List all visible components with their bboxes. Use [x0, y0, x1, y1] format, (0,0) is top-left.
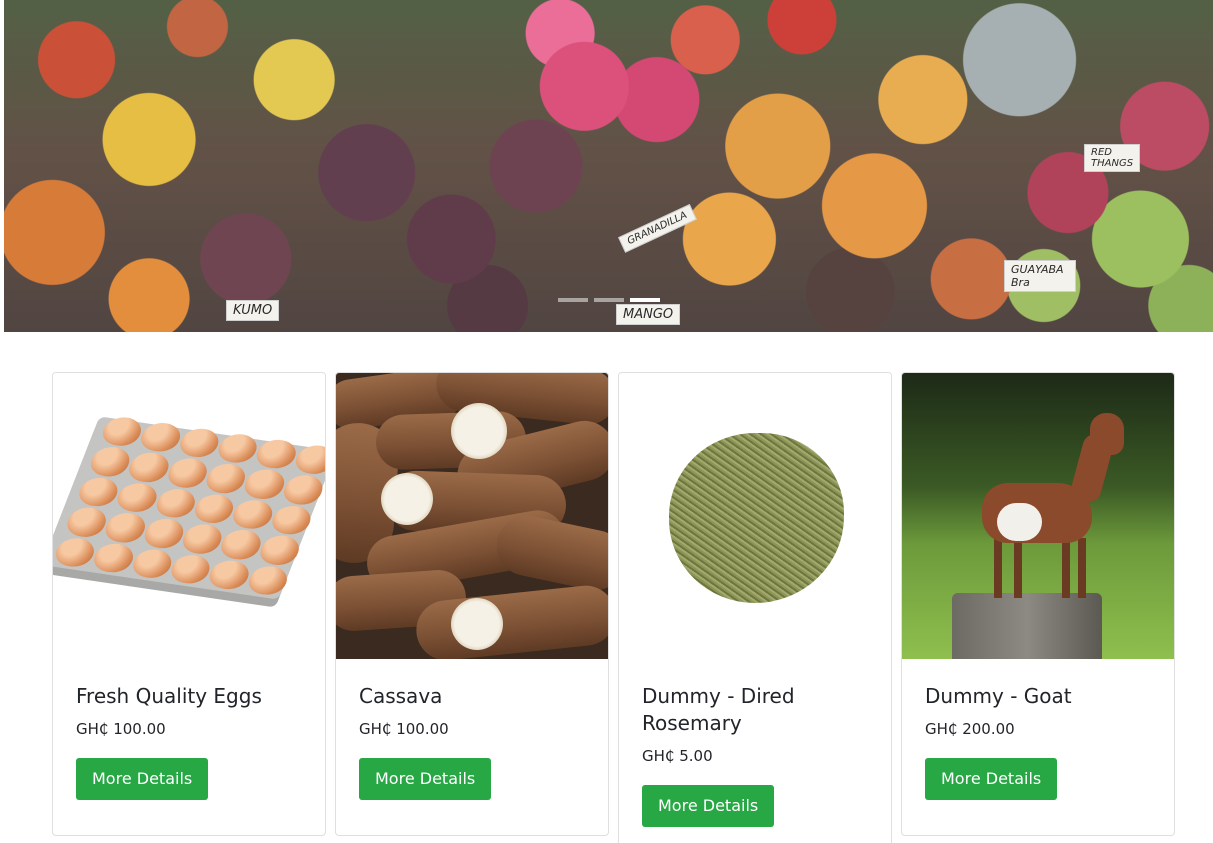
- product-image-rosemary: [619, 373, 891, 659]
- carousel-indicators: [4, 298, 1213, 302]
- product-title: Fresh Quality Eggs: [76, 684, 262, 708]
- carousel-indicator-1[interactable]: [557, 298, 588, 302]
- product-title: Dummy - Goat: [925, 684, 1072, 708]
- hero-carousel: KUMO MANGO GRANADILLA RED THANGS GUAYABA…: [4, 0, 1213, 332]
- product-price: GH₵ 200.00: [925, 720, 1015, 738]
- product-card: Cassava GH₵ 100.00 More Details: [335, 372, 609, 836]
- product-price: GH₵ 100.00: [359, 720, 449, 738]
- product-title: Dummy - Dired Rosemary: [642, 684, 795, 735]
- product-image-cassava: [336, 373, 608, 659]
- produce-tag: MANGO: [616, 304, 681, 325]
- carousel-indicator-2[interactable]: [593, 298, 624, 302]
- carousel-indicator-3[interactable]: [629, 298, 660, 302]
- product-title: Cassava: [359, 684, 443, 708]
- product-card: Dummy - Goat GH₵ 200.00 More Details: [901, 372, 1175, 836]
- produce-tag: KUMO: [226, 300, 280, 321]
- more-details-button[interactable]: More Details: [359, 758, 492, 800]
- more-details-button[interactable]: More Details: [76, 758, 209, 800]
- product-grid: Fresh Quality Eggs GH₵ 100.00 More Detai…: [52, 372, 1176, 843]
- product-card: Dummy - Dired Rosemary GH₵ 5.00 More Det…: [618, 372, 892, 843]
- product-price: GH₵ 100.00: [76, 720, 166, 738]
- more-details-button[interactable]: More Details: [925, 758, 1058, 800]
- produce-tag: GRANADILLA: [618, 204, 697, 253]
- product-image-eggs: [53, 373, 325, 659]
- produce-tag: GUAYABA Bra: [1004, 260, 1076, 292]
- product-image-goat: [902, 373, 1174, 659]
- product-price: GH₵ 5.00: [642, 747, 713, 765]
- more-details-button[interactable]: More Details: [642, 785, 775, 827]
- product-card: Fresh Quality Eggs GH₵ 100.00 More Detai…: [52, 372, 326, 836]
- produce-tag: RED THANGS: [1084, 144, 1140, 172]
